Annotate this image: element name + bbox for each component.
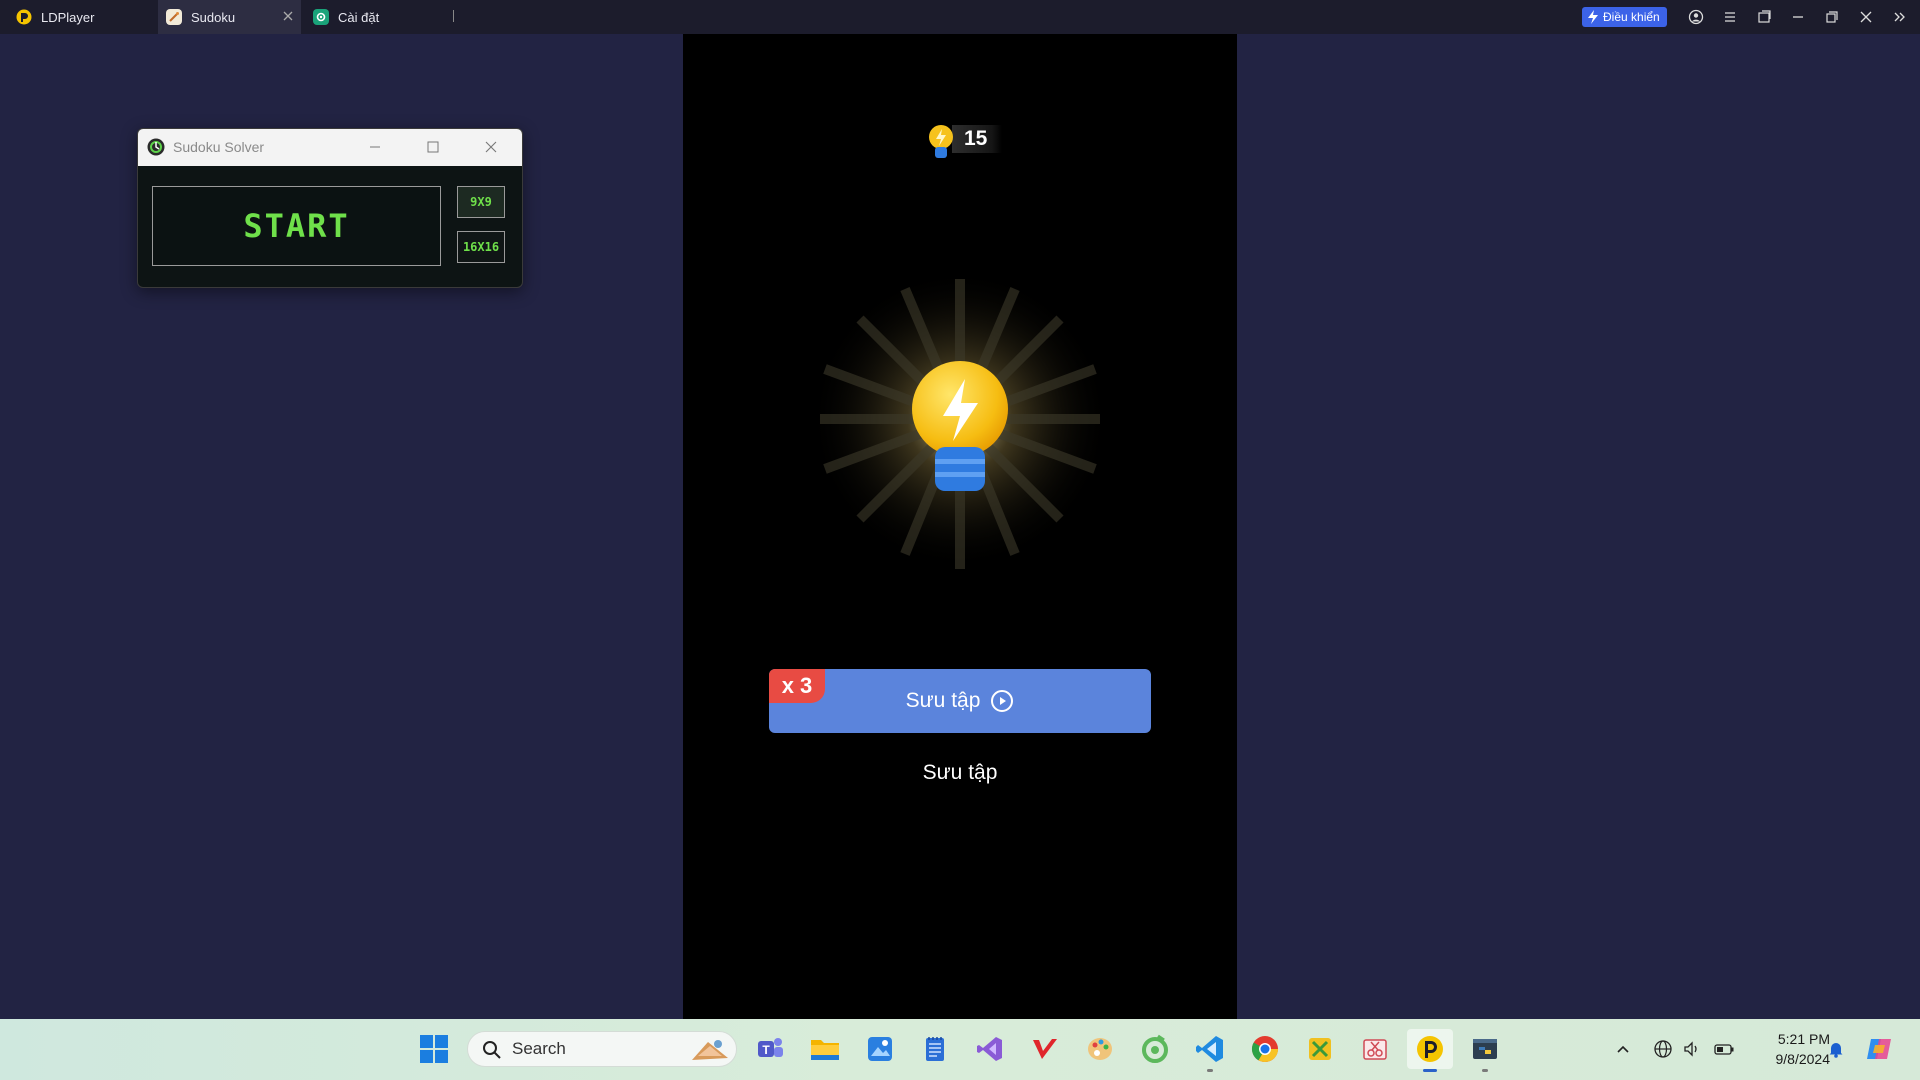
collect-reward-button[interactable]: x 3 Sưu tập — [769, 669, 1151, 733]
account-icon[interactable] — [1688, 9, 1704, 25]
tab-settings[interactable]: Cài đặt — [313, 0, 453, 34]
taskbar-clock[interactable]: 5:21 PM 9/8/2024 — [1740, 1029, 1831, 1069]
sudoku-solver-window: Sudoku Solver START 9X9 16X16 — [137, 128, 523, 288]
show-hidden-icons-chevron-up-icon[interactable] — [1613, 1039, 1633, 1059]
settings-gear-icon — [313, 9, 329, 25]
control-button-label: Điều khiển — [1603, 10, 1660, 24]
network-globe-icon[interactable] — [1653, 1039, 1673, 1059]
search-highlight-icon — [688, 1036, 732, 1069]
solver-titlebar[interactable]: Sudoku Solver — [138, 129, 522, 166]
python-icon[interactable] — [1465, 1029, 1505, 1072]
multi-window-icon[interactable] — [1756, 9, 1772, 25]
hint-counter: 15 — [926, 123, 1006, 158]
sudoku-app-icon — [166, 9, 182, 25]
collect-button-label: Sưu tập — [905, 689, 981, 712]
search-icon — [482, 1040, 502, 1065]
search-input[interactable] — [512, 1039, 632, 1059]
photos-icon[interactable] — [860, 1029, 900, 1069]
teams-icon[interactable]: T — [750, 1029, 790, 1069]
coccoc-browser-icon[interactable] — [1135, 1029, 1175, 1069]
chrome-icon[interactable] — [1245, 1029, 1285, 1069]
clock-time: 5:21 PM — [1777, 1031, 1830, 1047]
collect-link[interactable]: Sưu tập — [683, 761, 1237, 785]
control-button[interactable]: Điều khiển — [1582, 7, 1667, 27]
solver-title: Sudoku Solver — [173, 139, 265, 155]
tab-label: Cài đặt — [338, 9, 380, 25]
close-icon[interactable] — [483, 139, 499, 155]
ldplayer-taskbar-icon[interactable] — [1407, 1029, 1453, 1072]
lightbulb-reward-icon — [810, 279, 1110, 569]
tab-divider — [453, 10, 454, 22]
running-indicator — [1482, 1069, 1488, 1072]
size-9x9-button[interactable]: 9X9 — [457, 186, 505, 218]
tab-ldplayer[interactable]: LDPlayer — [0, 0, 157, 34]
clock-date: 9/8/2024 — [1775, 1051, 1831, 1067]
minimize-icon[interactable] — [367, 139, 383, 155]
tab-label: Sudoku — [191, 9, 236, 25]
copilot-icon[interactable] — [1865, 1035, 1893, 1063]
windows-taskbar: T — [0, 1019, 1920, 1080]
notification-bell-icon[interactable] — [1826, 1039, 1846, 1059]
restore-icon[interactable] — [1824, 9, 1840, 25]
svg-text:T: T — [762, 1043, 770, 1057]
game-screen: 15 x 3 Sưu tập Sưu tập — [683, 34, 1237, 1019]
file-explorer-icon[interactable] — [805, 1029, 845, 1069]
maximize-icon[interactable] — [425, 139, 441, 155]
paint-icon[interactable] — [1080, 1029, 1120, 1069]
start-button[interactable]: START — [152, 186, 441, 266]
tab-label: LDPlayer — [41, 9, 95, 25]
running-indicator — [1207, 1069, 1213, 1072]
ldplayer-logo-icon — [16, 9, 32, 25]
volume-icon[interactable] — [1682, 1039, 1702, 1059]
close-window-icon[interactable] — [1858, 9, 1874, 25]
snipping-tool-icon[interactable] — [1355, 1029, 1395, 1069]
tab-sudoku[interactable]: Sudoku — [158, 0, 301, 34]
solver-app-icon — [147, 138, 165, 156]
close-tab-icon[interactable] — [281, 9, 295, 23]
lightning-icon — [1587, 10, 1599, 24]
expand-sidebar-icon[interactable] — [1892, 9, 1908, 25]
yellow-tools-app-icon[interactable] — [1300, 1029, 1340, 1069]
multiplier-badge: x 3 — [769, 669, 825, 703]
minimize-icon[interactable] — [1790, 9, 1806, 25]
hint-count: 15 — [952, 125, 1002, 153]
taskbar-search[interactable] — [467, 1031, 737, 1067]
size-16x16-button[interactable]: 16X16 — [457, 231, 505, 263]
red-v-app-icon[interactable] — [1025, 1029, 1065, 1069]
visual-studio-icon[interactable] — [970, 1029, 1010, 1069]
ldplayer-titlebar: LDPlayer Sudoku Cài đặt Điều khiển — [0, 0, 1920, 34]
windows-start-icon[interactable] — [414, 1029, 454, 1069]
battery-icon[interactable] — [1713, 1039, 1734, 1059]
menu-icon[interactable] — [1722, 9, 1738, 25]
notepad-icon[interactable] — [915, 1029, 955, 1069]
vscode-icon[interactable] — [1190, 1029, 1230, 1072]
small-lightbulb-icon — [926, 123, 956, 170]
play-video-icon — [990, 689, 1014, 713]
active-indicator — [1423, 1069, 1437, 1072]
